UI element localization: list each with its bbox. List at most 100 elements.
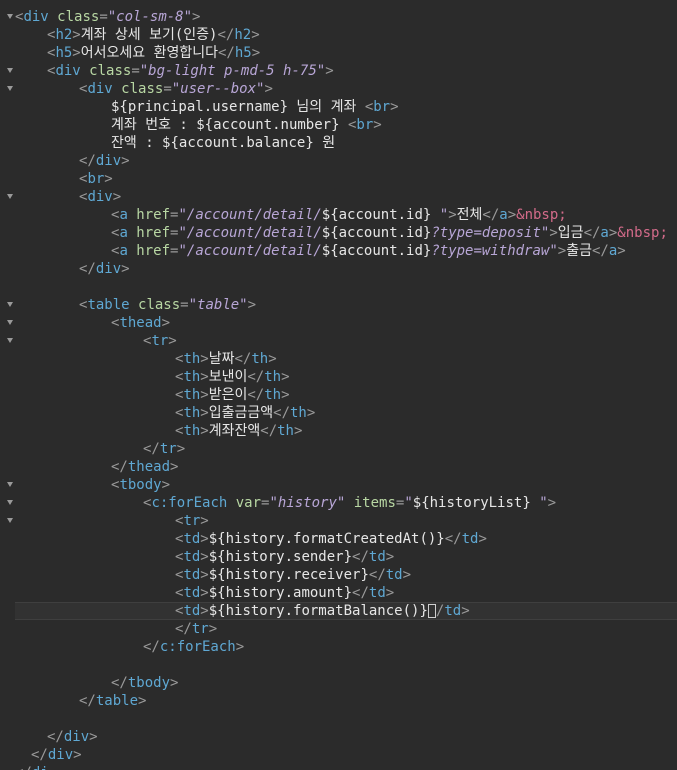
- code-line[interactable]: [15, 278, 677, 296]
- code-token: >: [161, 477, 171, 493]
- code-line[interactable]: [15, 656, 677, 674]
- code-token: =: [180, 297, 189, 313]
- code-line[interactable]: </thead>: [15, 458, 677, 476]
- code-line[interactable]: <td>${history.sender}</td>: [15, 548, 677, 566]
- code-line[interactable]: <a href="/account/detail/${account.id} "…: [15, 206, 677, 224]
- fold-arrow-icon[interactable]: [7, 338, 13, 343]
- code-line[interactable]: </table>: [15, 692, 677, 710]
- code-token: 입출금금액: [208, 405, 274, 421]
- fold-arrow-icon[interactable]: [7, 86, 13, 91]
- code-line[interactable]: <tr>: [15, 512, 677, 530]
- code-token: class: [129, 297, 181, 313]
- code-line[interactable]: <a href="/account/detail/${account.id}?t…: [15, 242, 677, 260]
- code-line[interactable]: </div>: [15, 746, 677, 764]
- fold-arrow-icon[interactable]: [7, 482, 13, 487]
- code-token: </: [368, 567, 386, 583]
- code-line[interactable]: <tbody>: [15, 476, 677, 494]
- code-token: tr: [151, 333, 169, 349]
- line-gutter: [0, 0, 15, 770]
- code-token: <: [364, 99, 374, 115]
- code-line[interactable]: <th>보낸이</th>: [15, 368, 677, 386]
- code-token: >: [200, 585, 209, 601]
- code-line[interactable]: <td>${history.formatBalance()}/td>: [15, 602, 677, 620]
- code-line[interactable]: <div>: [15, 188, 677, 206]
- gutter-line: [0, 746, 15, 764]
- code-token: thead: [119, 315, 162, 331]
- code-token: >: [293, 423, 303, 439]
- code-line[interactable]: <div class="user--box">: [15, 80, 677, 98]
- code-token: a: [119, 207, 128, 223]
- code-token: ": [431, 207, 449, 223]
- code-line[interactable]: 잔액 : ${account.balance} 원: [15, 134, 677, 152]
- gutter-line: [0, 62, 15, 80]
- fold-arrow-icon[interactable]: [7, 320, 13, 325]
- fold-arrow-icon[interactable]: [7, 302, 13, 307]
- code-token: ${historyList}: [412, 495, 531, 511]
- gutter-line: [0, 242, 15, 260]
- code-token: 계좌 번호 : ${account.number}: [111, 117, 348, 133]
- code-line[interactable]: 계좌 번호 : ${account.number} <br>: [15, 116, 677, 134]
- gutter-line: [0, 152, 15, 170]
- code-line[interactable]: <th>날짜</th>: [15, 350, 677, 368]
- code-line[interactable]: <div class="bg-light p-md-5 h-75">: [15, 62, 677, 80]
- code-line[interactable]: <td>${history.receiver}</td>: [15, 566, 677, 584]
- gutter-line: [0, 98, 15, 116]
- code-line[interactable]: <td>${history.amount}</td>: [15, 584, 677, 602]
- gutter-line: [0, 674, 15, 692]
- code-line[interactable]: <th>받은이</th>: [15, 386, 677, 404]
- code-line[interactable]: <h2>계좌 상세 보기(인증)</h2>: [15, 26, 677, 44]
- code-token: </: [47, 729, 64, 745]
- code-token: "/account/detail/: [178, 207, 322, 223]
- code-line[interactable]: </div>: [15, 260, 677, 278]
- code-line[interactable]: </c:forEach>: [15, 638, 677, 656]
- code-token: =: [131, 63, 140, 79]
- code-token: 전체: [456, 207, 483, 223]
- code-line[interactable]: </tr>: [15, 440, 677, 458]
- code-line[interactable]: </tbody>: [15, 674, 677, 692]
- code-token: >: [168, 333, 177, 349]
- code-line[interactable]: <table class="table">: [15, 296, 677, 314]
- code-line[interactable]: <thead>: [15, 314, 677, 332]
- fold-arrow-icon[interactable]: [7, 194, 13, 199]
- code-line[interactable]: </tr>: [15, 620, 677, 638]
- code-line[interactable]: [15, 710, 677, 728]
- code-line[interactable]: <c:forEach var="history" items="${histor…: [15, 494, 677, 512]
- code-line[interactable]: <div class="col-sm-8">: [15, 8, 677, 26]
- code-editor[interactable]: <div class="col-sm-8"> <h2>계좌 상세 보기(인증)</…: [0, 0, 677, 770]
- code-line[interactable]: <th>입출금금액</th>: [15, 404, 677, 422]
- code-line[interactable]: ${principal.username} 님의 계좌 <br>: [15, 98, 677, 116]
- code-token: td: [183, 603, 201, 619]
- fold-arrow-icon[interactable]: [7, 518, 13, 523]
- code-line[interactable]: <td>${history.formatCreatedAt()}</td>: [15, 530, 677, 548]
- code-token: ${principal.username} 님의 계좌: [111, 99, 365, 115]
- code-token: href: [127, 225, 171, 241]
- code-line[interactable]: <tr>: [15, 332, 677, 350]
- gutter-line: [0, 8, 15, 26]
- code-token: </: [234, 351, 252, 367]
- code-token: </: [260, 423, 278, 439]
- code-token: th: [183, 423, 201, 439]
- code-token: >: [306, 405, 316, 421]
- code-token: </: [111, 675, 128, 691]
- code-line[interactable]: <a href="/account/detail/${account.id}?t…: [15, 224, 677, 242]
- gutter-line: [0, 134, 15, 152]
- code-area[interactable]: <div class="col-sm-8"> <h2>계좌 상세 보기(인증)</…: [15, 0, 677, 770]
- code-token: >: [200, 549, 209, 565]
- code-line[interactable]: </div>: [15, 728, 677, 746]
- code-token: ${account.id}: [321, 207, 432, 223]
- code-line[interactable]: <h5>어서오세요 환영합니다</h5>: [15, 44, 677, 62]
- code-token: h2: [55, 27, 73, 43]
- code-token: >: [200, 567, 209, 583]
- code-token: >: [281, 369, 290, 385]
- code-token: >: [104, 171, 113, 187]
- fold-arrow-icon[interactable]: [7, 500, 13, 505]
- code-token: 잔액 : ${account.balance} 원: [111, 135, 336, 151]
- fold-arrow-icon[interactable]: [7, 14, 13, 19]
- code-token: "/account/detail/: [178, 243, 322, 259]
- code-line[interactable]: </di: [15, 764, 677, 770]
- code-line[interactable]: <th>계좌잔액</th>: [15, 422, 677, 440]
- code-token: items: [345, 495, 396, 511]
- code-line[interactable]: </div>: [15, 152, 677, 170]
- fold-arrow-icon[interactable]: [7, 68, 13, 73]
- code-line[interactable]: <br>: [15, 170, 677, 188]
